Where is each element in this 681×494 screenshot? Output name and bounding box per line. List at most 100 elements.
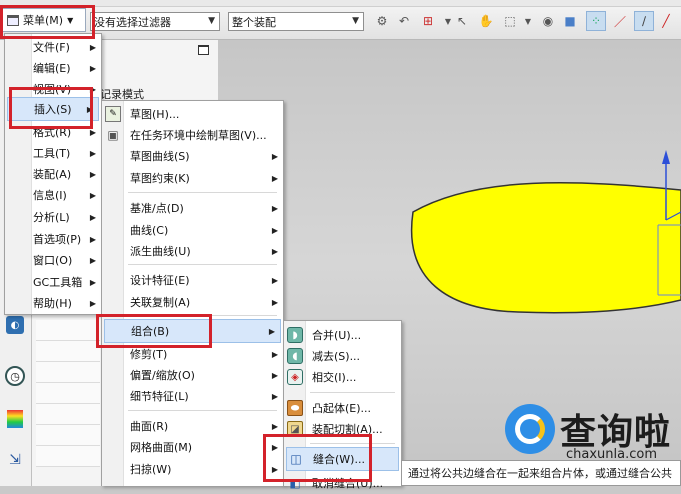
menu-item-help[interactable]: 帮助(H) ▶ <box>5 292 101 314</box>
chevron-right-icon: ▶ <box>89 148 96 158</box>
menu-item-label: 分析(L) <box>33 211 70 224</box>
menu-separator <box>128 192 277 193</box>
menu-item-label: 装配切割(A)... <box>312 423 383 436</box>
menu-item-label: 装配(A) <box>33 168 72 181</box>
menu-item-insert[interactable]: 插入(S) ▶ <box>7 97 99 121</box>
menu-item-assembly[interactable]: 装配(A) ▶ <box>5 163 101 185</box>
chevron-right-icon: ▶ <box>89 234 96 244</box>
menu-item-label: 编辑(E) <box>33 62 71 75</box>
title-strip <box>0 0 681 7</box>
chevron-right-icon: ▶ <box>89 84 96 94</box>
curve-icon[interactable]: ∕ <box>634 11 654 31</box>
menu-item-surface[interactable]: 曲面(R) ▶ <box>102 415 283 437</box>
view-icon[interactable]: ◉ <box>538 11 558 31</box>
selection-scope-dropdown[interactable]: 整个装配 ▼ <box>228 12 364 31</box>
menu-item-file[interactable]: 文件(F) ▶ <box>5 36 101 58</box>
menu-item-sketch[interactable]: ✎ 草图(H)... <box>102 103 283 125</box>
palette-icon[interactable] <box>7 410 23 428</box>
menu-item-design-feature[interactable]: 设计特征(E) ▶ <box>102 269 283 291</box>
menu-item-sweep[interactable]: 扫掠(W) ▶ <box>102 458 283 480</box>
menu-item-label: 关联复制(A) <box>130 296 191 309</box>
menu-item-label: 文件(F) <box>33 41 70 54</box>
menu-item-subtract[interactable]: ◖ 减去(S)... <box>284 345 401 367</box>
menu-item-edit[interactable]: 编辑(E) ▶ <box>5 57 101 79</box>
list-item <box>36 383 100 404</box>
cube-icon[interactable]: ■ <box>560 11 580 31</box>
selection-filter-dropdown[interactable]: 没有选择过滤器 ▼ <box>90 12 220 31</box>
menu-item-label: 草图曲线(S) <box>130 150 190 163</box>
chevron-right-icon: ▶ <box>89 42 96 52</box>
menu-item-format[interactable]: 格式(R) ▶ <box>5 121 101 143</box>
chevron-right-icon: ▶ <box>89 127 96 137</box>
sketch-icon: ✎ <box>105 106 121 122</box>
chevron-right-icon: ▶ <box>89 63 96 73</box>
chevron-right-icon: ▶ <box>268 326 275 336</box>
menu-item-combine[interactable]: 组合(B) ▶ <box>104 319 281 343</box>
menu-item-info[interactable]: 信息(I) ▶ <box>5 184 101 206</box>
menu-item-label: 草图约束(K) <box>130 172 190 185</box>
menu-item-curve[interactable]: 曲线(C) ▶ <box>102 219 283 241</box>
menu-item-label: 设计特征(E) <box>130 274 190 287</box>
menu-item-detail-feature[interactable]: 细节特征(L) ▶ <box>102 385 283 407</box>
menu-item-label: 取消缝合(U)... <box>312 477 384 490</box>
main-menu: 文件(F) ▶ 编辑(E) ▶ 视图(V) ▶ 插入(S) ▶ 格式(R) ▶ 工具(T)… <box>4 33 102 315</box>
menu-item-gc-toolkit[interactable]: GC工具箱 ▶ <box>5 271 101 293</box>
chevron-right-icon: ▶ <box>89 212 96 222</box>
snap-grid-icon[interactable]: ⁘ <box>586 11 606 31</box>
tooltip-text: 通过将公共边缝合在一起来组合片体，或通过缝合公共 <box>408 467 672 480</box>
rectangle-select-icon[interactable]: ⬚ <box>500 11 520 31</box>
process-icon[interactable]: ⇲ <box>5 450 25 470</box>
menu-item-associative-copy[interactable]: 关联复制(A) ▶ <box>102 291 283 313</box>
menu-item-window[interactable]: 窗口(O) ▶ <box>5 249 101 271</box>
select-icon[interactable]: ✋ <box>476 11 496 31</box>
menu-item-unite[interactable]: ◗ 合并(U)... <box>284 324 401 346</box>
filter-icon[interactable]: ⚙ <box>372 11 392 31</box>
menu-item-trim[interactable]: 修剪(T) ▶ <box>102 343 283 365</box>
chevron-right-icon: ▶ <box>271 275 278 285</box>
menu-icon <box>7 14 19 26</box>
chevron-right-icon: ▶ <box>271 442 278 452</box>
menu-item-intersect[interactable]: ◈ 相交(I)... <box>284 366 401 388</box>
menu-item-datum-point[interactable]: 基准/点(D) ▶ <box>102 197 283 219</box>
menu-item-label: 在任务环境中绘制草图(V)... <box>130 129 267 142</box>
menu-item-emboss-body[interactable]: ⬬ 凸起体(E)... <box>284 397 401 419</box>
chevron-right-icon: ▶ <box>271 151 278 161</box>
menu-item-label: 细节特征(L) <box>130 390 189 403</box>
clock-icon[interactable]: ◷ <box>5 366 25 386</box>
menu-item-label: 网格曲面(M) <box>130 441 193 454</box>
menu-item-label: 视图(V) <box>33 83 72 96</box>
chevron-right-icon: ▶ <box>89 190 96 200</box>
menu-item-preferences[interactable]: 首选项(P) ▶ <box>5 228 101 250</box>
menu-item-label: 曲面(R) <box>130 420 169 433</box>
menu-item-sketch-constraint[interactable]: 草图约束(K) ▶ <box>102 167 283 189</box>
chevron-down-icon[interactable]: ▼ <box>518 11 538 31</box>
menu-item-tools[interactable]: 工具(T) ▶ <box>5 142 101 164</box>
menu-item-derived-curve[interactable]: 派生曲线(U) ▶ <box>102 240 283 262</box>
menu-item-label: 首选项(P) <box>33 233 82 246</box>
menu-item-offset-scale[interactable]: 偏置/缩放(O) ▶ <box>102 364 283 386</box>
pointer-icon[interactable]: ↖ <box>452 11 472 31</box>
menu-item-assembly-cut[interactable]: ◪ 装配切割(A)... <box>284 418 401 440</box>
subtract-icon: ◖ <box>287 348 303 364</box>
maximize-icon[interactable] <box>198 45 209 55</box>
menu-item-label: 合并(U)... <box>312 329 362 342</box>
menu-separator <box>310 443 395 444</box>
list-item <box>36 320 100 341</box>
task-sketch-icon: ▣ <box>107 128 119 142</box>
line-icon[interactable]: ／ <box>610 11 630 31</box>
snap-point-icon[interactable]: ⊞ <box>418 11 438 31</box>
unsew-icon: ◧ <box>289 476 301 490</box>
menu-item-mesh-surface[interactable]: 网格曲面(M) ▶ <box>102 436 283 458</box>
list-item <box>36 425 100 446</box>
menu-item-sew[interactable]: ◫ 缝合(W)... <box>286 447 399 471</box>
menu-item-sketch-curve[interactable]: 草图曲线(S) ▶ <box>102 145 283 167</box>
menu-item-analysis[interactable]: 分析(L) ▶ <box>5 206 101 228</box>
role-icon[interactable]: ◐ <box>6 316 24 334</box>
menu-item-task-sketch[interactable]: ▣ 在任务环境中绘制草图(V)... <box>102 124 283 146</box>
undo-icon[interactable]: ↶ <box>394 11 414 31</box>
menu-item-unsew[interactable]: ◧ 取消缝合(U)... <box>284 472 401 494</box>
menu-item-label: 偏置/缩放(O) <box>130 369 195 382</box>
chevron-right-icon: ▶ <box>89 298 96 308</box>
menu-button[interactable]: 菜单(M) ▼ <box>2 8 86 32</box>
line-tool-icon[interactable]: ╱ <box>656 11 676 31</box>
